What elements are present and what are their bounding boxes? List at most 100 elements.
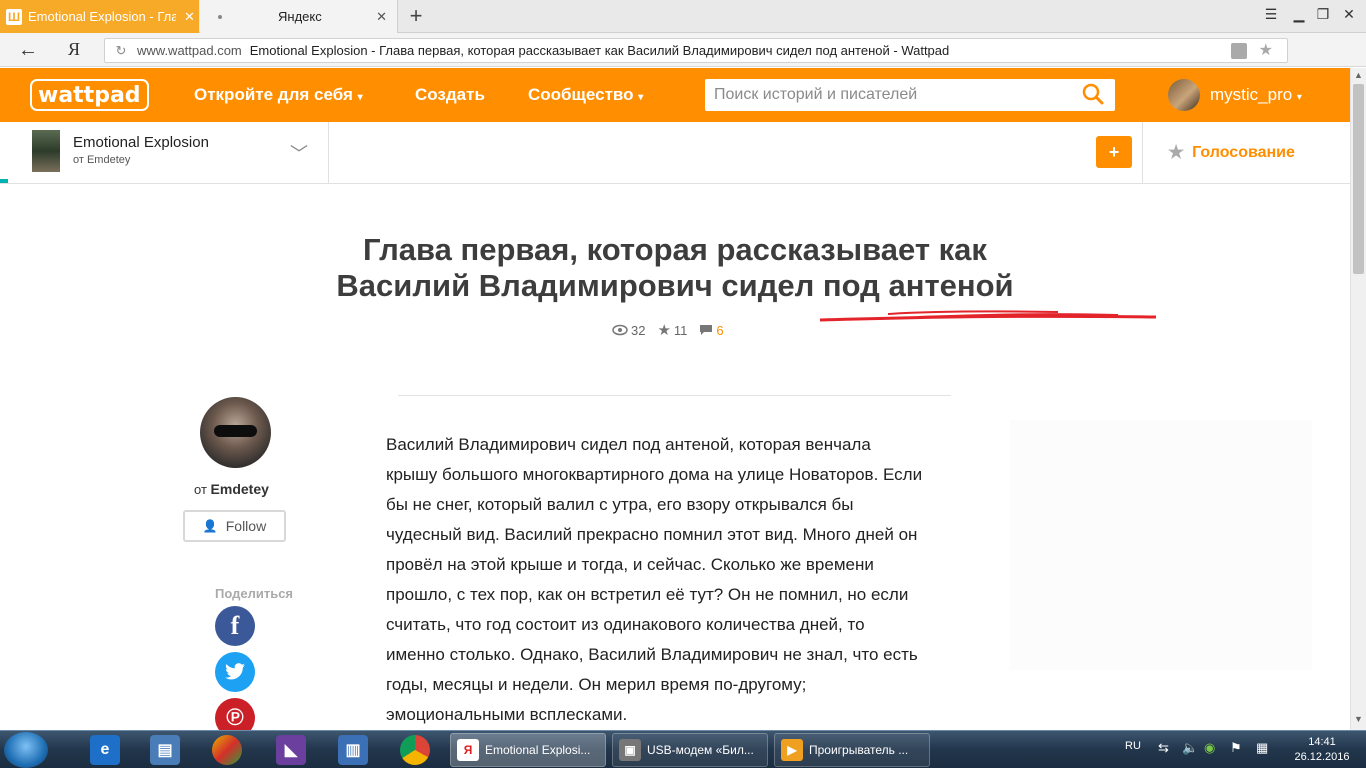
share-label: Поделиться: [215, 586, 294, 601]
yandex-logo[interactable]: Я: [68, 39, 80, 60]
tray-app-icon[interactable]: ▦: [1256, 740, 1268, 756]
bookmark-star-icon[interactable]: ★: [1259, 40, 1273, 60]
back-button[interactable]: ←: [18, 39, 38, 62]
action-center-icon[interactable]: ⚑: [1230, 740, 1242, 756]
language-indicator[interactable]: RU: [1125, 740, 1141, 752]
nav-community[interactable]: Сообщество ▾: [528, 85, 643, 105]
author-byline: от Emdetey: [194, 481, 269, 497]
chapter-text: Василий Владимирович сидел под антеной, …: [386, 435, 923, 724]
volume-icon[interactable]: 🔈: [1182, 740, 1198, 756]
author-prefix: от: [194, 482, 207, 497]
votes-count: 11: [673, 322, 688, 338]
restore-icon[interactable]: ❐: [1312, 6, 1334, 23]
nvidia-icon[interactable]: ◉: [1204, 740, 1215, 756]
nav-create[interactable]: Создать: [415, 85, 485, 105]
vote-label: Голосование: [1192, 143, 1295, 161]
add-to-list-button[interactable]: +: [1096, 136, 1132, 168]
votes-stat: ★ 11: [657, 321, 687, 339]
lock-icon[interactable]: [1231, 43, 1247, 59]
url-page-title: Emotional Explosion - Глава первая, кото…: [249, 43, 950, 58]
chapter-stats: 32 ★ 11 6: [612, 321, 736, 339]
story-cover[interactable]: [32, 130, 60, 172]
chapter-title: Глава первая, которая рассказывает как В…: [336, 232, 1014, 303]
close-window-icon[interactable]: ✕: [1338, 6, 1360, 23]
follow-button[interactable]: 👤 Follow: [183, 510, 286, 542]
chevron-down-icon[interactable]: ﹀: [290, 140, 308, 166]
follow-label: Follow: [225, 518, 267, 534]
twitter-icon: [225, 663, 245, 680]
red-underline-annotation: [819, 310, 1157, 322]
author-name[interactable]: Emdetey: [211, 481, 269, 497]
vote-button[interactable]: ★ Голосование: [1168, 142, 1295, 163]
facebook-share-button[interactable]: f: [215, 606, 255, 646]
yandex-browser-icon: Я: [457, 739, 479, 761]
city-app-icon[interactable]: ▥: [338, 735, 368, 765]
add-user-icon: 👤: [202, 519, 218, 533]
taskbar-task-modem[interactable]: ▣ USB-модем «Бил...: [612, 733, 768, 767]
tab-yandex[interactable]: Яндекс ✕: [200, 0, 398, 33]
tab-emotional-explosion[interactable]: Ш Emotional Explosion - Глава первая ✕: [0, 0, 199, 33]
search-box: [705, 79, 1115, 111]
user-menu[interactable]: mystic_pro ▾: [1210, 85, 1302, 105]
pinterest-icon: ℗: [226, 704, 244, 731]
internet-explorer-icon[interactable]: e: [90, 735, 120, 765]
minimize-icon[interactable]: ▁: [1288, 6, 1310, 23]
views-count: 32: [631, 322, 646, 338]
chrome-icon[interactable]: [400, 735, 430, 765]
story-title[interactable]: Emotional Explosion: [73, 134, 209, 151]
comments-stat[interactable]: 6: [699, 323, 724, 338]
scroll-down-icon[interactable]: ▼: [1354, 714, 1363, 724]
start-button[interactable]: [4, 732, 48, 768]
scroll-up-icon[interactable]: ▲: [1354, 70, 1363, 80]
divider: [398, 395, 951, 396]
visual-studio-icon[interactable]: ◣: [276, 735, 306, 765]
close-tab-icon[interactable]: ✕: [184, 9, 195, 25]
avatar-photo-detail: [214, 425, 257, 437]
wattpad-logo[interactable]: wattpad: [30, 79, 149, 111]
address-bar: ← Я ↻ www.wattpad.com Emotional Explosio…: [0, 33, 1366, 91]
user-avatar[interactable]: [1168, 79, 1200, 111]
facebook-icon: f: [230, 611, 240, 640]
reload-icon[interactable]: ↻: [105, 43, 137, 59]
twitter-share-button[interactable]: [215, 652, 255, 692]
star-icon: ★: [657, 322, 671, 339]
views-stat: 32: [612, 323, 645, 338]
taskbar-task-browser[interactable]: Я Emotional Explosi...: [450, 733, 606, 767]
tab-title: Яндекс: [278, 9, 322, 24]
username: mystic_pro: [1210, 85, 1293, 104]
new-tab-button[interactable]: +: [404, 3, 428, 28]
task-label: USB-модем «Бил...: [647, 743, 754, 757]
taskbar-task-player[interactable]: ▶ Проигрыватель ...: [774, 733, 930, 767]
nav-discover[interactable]: Откройте для себя ▾: [194, 85, 363, 105]
windows-taskbar: e ▤ ◣ ▥ Я Emotional Explosi... ▣ USB-мод…: [0, 730, 1366, 768]
divider: [328, 122, 329, 184]
search-icon[interactable]: [1081, 82, 1105, 106]
wattpad-favicon: Ш: [6, 8, 22, 25]
browser-tab-strip: Ш Emotional Explosion - Глава первая ✕ Я…: [0, 0, 1366, 33]
network-icon[interactable]: ▤: [150, 735, 180, 765]
caret-down-icon: ▾: [357, 92, 363, 103]
wattpad-header: wattpad Откройте для себя ▾ Создать Сооб…: [0, 68, 1350, 122]
divider: [1142, 122, 1143, 184]
nav-community-label: Сообщество: [528, 85, 634, 104]
url-field[interactable]: ↻ www.wattpad.com Emotional Explosion - …: [104, 38, 1288, 63]
system-clock[interactable]: 14:41 26.12.2016: [1292, 735, 1352, 765]
reading-progress: [0, 179, 8, 183]
task-label: Emotional Explosi...: [485, 743, 591, 757]
nav-discover-label: Откройте для себя: [194, 85, 353, 104]
clock-date: 26.12.2016: [1294, 751, 1350, 763]
story-bar: Emotional Explosion от Emdetey ﹀ + ★ Гол…: [0, 122, 1350, 184]
search-input[interactable]: [714, 81, 1074, 109]
picasa-icon[interactable]: [212, 735, 242, 765]
star-icon: ★: [1168, 142, 1185, 162]
author-avatar[interactable]: [200, 397, 271, 468]
url-host: www.wattpad.com: [137, 43, 242, 58]
page-scrollbar[interactable]: ▲ ▼: [1350, 68, 1366, 730]
tab-title: Emotional Explosion - Глава первая: [28, 9, 176, 24]
clock-time: 14:41: [1308, 736, 1336, 748]
ad-placeholder: [1010, 420, 1312, 670]
close-tab-icon[interactable]: ✕: [376, 9, 387, 25]
browser-menu-icon[interactable]: ☰: [1260, 6, 1282, 23]
scroll-thumb[interactable]: [1353, 84, 1364, 274]
network-tray-icon[interactable]: ⇆: [1158, 740, 1169, 756]
